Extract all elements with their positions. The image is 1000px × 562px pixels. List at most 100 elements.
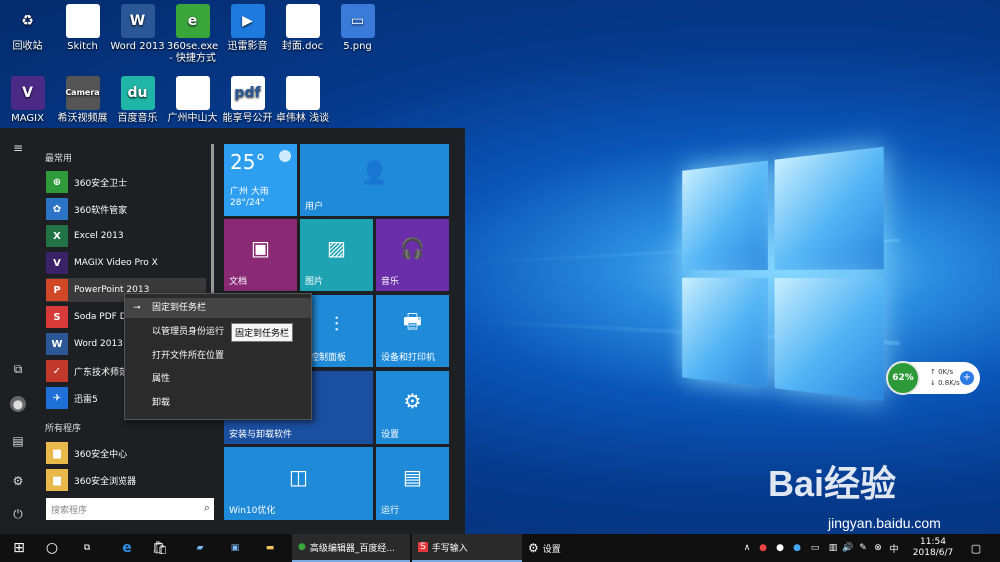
desktop-icon-label: 回收站 bbox=[0, 41, 55, 53]
network-icon[interactable]: ▥ bbox=[826, 534, 840, 562]
desktop-icon-label: MAGIX bbox=[0, 113, 55, 125]
desktop-icon[interactable]: ▶ 迅雷影音 bbox=[220, 4, 275, 53]
explorer-icon[interactable]: ▤ bbox=[10, 433, 26, 449]
desktop-icon[interactable]: ♻ 回收站 bbox=[0, 4, 55, 53]
app-list-item-label: Excel 2013 bbox=[74, 231, 124, 241]
tray-app-icon[interactable]: ● bbox=[790, 534, 804, 562]
document-icon bbox=[66, 4, 100, 38]
tray-overflow-icon[interactable]: ∧ bbox=[740, 534, 754, 562]
desktop-icon[interactable]: W Word 2013 bbox=[110, 4, 165, 53]
folder-icon: ▆ bbox=[46, 469, 68, 491]
hamburger-menu-icon[interactable]: ≡ bbox=[10, 140, 26, 156]
menu-pin-taskbar[interactable]: ⊸ 固定到任务栏 bbox=[125, 298, 311, 318]
desktop-icon[interactable]: e 360se.exe - 快捷方式 bbox=[165, 4, 220, 65]
desktop-icon[interactable]: du 百度音乐 bbox=[110, 76, 165, 125]
pen-icon[interactable]: ✎ bbox=[856, 534, 870, 562]
tile-music[interactable]: 🎧 音乐 bbox=[376, 219, 449, 291]
search-placeholder: 搜索程序 bbox=[51, 506, 87, 516]
doc-icon bbox=[286, 76, 320, 110]
tile-documents[interactable]: ▣ 文档 bbox=[224, 219, 297, 291]
desktop-icon-label: Word 2013 bbox=[110, 41, 165, 53]
tile-settings[interactable]: ⚙ 设置 bbox=[376, 371, 449, 444]
desktop-icon-label: 能享号公开 bbox=[220, 113, 275, 125]
taskbar: ⊞ ○ ⧉ e 🛍 ▰ ▣ ▬ ● 高级编辑器_百度经... S 手写输入 ⚙ … bbox=[0, 534, 1000, 562]
app-list-item[interactable]: ⊕ 360安全卫士 bbox=[46, 170, 206, 194]
battery-icon[interactable]: ▭ bbox=[807, 534, 823, 562]
terminal-icon: ▤ bbox=[376, 447, 449, 506]
folder-icon: ▆ bbox=[46, 442, 68, 464]
tile-user[interactable]: 👤 用户 bbox=[300, 144, 449, 216]
tile-devices[interactable]: 🖶 设备和打印机 bbox=[376, 295, 449, 367]
taskbar-app-browser-label: 高级编辑器_百度经... bbox=[310, 541, 395, 554]
tile-run[interactable]: ▤ 运行 bbox=[376, 447, 449, 520]
document-icon bbox=[176, 76, 210, 110]
menu-uninstall[interactable]: 卸载 bbox=[125, 393, 311, 413]
screen-icon[interactable]: ▣ bbox=[221, 534, 249, 562]
notifications-icon[interactable]: ▢ bbox=[966, 534, 986, 562]
desktop-icon[interactable]: ▭ 5.png bbox=[330, 4, 385, 53]
browser-icon: ● bbox=[298, 542, 306, 552]
pdf-icon: pdf bbox=[231, 76, 265, 110]
power-icon[interactable]: ⏻ bbox=[10, 506, 26, 522]
recycle-bin-icon: ♻ bbox=[11, 4, 45, 38]
tray-app-icon[interactable]: ● bbox=[773, 534, 787, 562]
ime-icon[interactable]: 中 bbox=[887, 534, 901, 562]
tile-win10[interactable]: ◫ Win10优化 bbox=[224, 447, 373, 520]
store-icon[interactable]: 🛍 bbox=[146, 534, 174, 562]
tile-control-panel-label: 控制面板 bbox=[310, 350, 346, 363]
app-list-item[interactable]: ▆ 360安全中心 bbox=[46, 441, 206, 465]
taskbar-app-handwriting[interactable]: S 手写输入 bbox=[412, 534, 522, 562]
pin-icon: ⊸ bbox=[133, 298, 141, 318]
user-avatar-icon[interactable]: ● bbox=[10, 396, 26, 412]
start-button[interactable]: ⊞ bbox=[5, 534, 33, 562]
edge-icon[interactable]: e bbox=[113, 534, 141, 562]
user-icon: 👤 bbox=[300, 144, 449, 202]
network-speed-widget[interactable]: 62% ↑ 0K/s ↓ 0.8K/s + bbox=[888, 362, 980, 394]
menu-properties-label: 属性 bbox=[152, 374, 170, 384]
plus-icon[interactable]: + bbox=[960, 371, 974, 385]
app-list-item-label: 360安全中心 bbox=[74, 447, 127, 460]
desktop-icon[interactable]: Skitch bbox=[55, 4, 110, 53]
desktop-icon[interactable]: V MAGIX bbox=[0, 76, 55, 125]
clock[interactable]: 11:54 2018/6/7 bbox=[908, 534, 958, 562]
task-view-icon[interactable]: ⧉ bbox=[73, 534, 101, 562]
weather-temp: 25° bbox=[230, 150, 265, 174]
tray-app-icon[interactable]: ● bbox=[756, 534, 770, 562]
doc-icon bbox=[286, 4, 320, 38]
app-list-item-label: Soda PDF D bbox=[74, 312, 127, 322]
tile-uninstall-label: 安装与卸载软件 bbox=[229, 427, 292, 440]
desktop-icon[interactable]: Camera 希沃视频展 bbox=[55, 76, 110, 125]
menu-open-location-label: 打开文件所在位置 bbox=[152, 351, 224, 361]
remote-icon[interactable]: ▰ bbox=[186, 534, 214, 562]
cortana-icon[interactable]: ○ bbox=[38, 534, 66, 562]
desktop-icon-label: 封面.doc bbox=[275, 41, 330, 53]
volume-icon[interactable]: 🔊 bbox=[841, 534, 855, 562]
tablet-icon[interactable]: ⧉ bbox=[10, 361, 26, 377]
taskbar-app-browser[interactable]: ● 高级编辑器_百度经... bbox=[292, 534, 410, 562]
app-list-item[interactable]: ✿ 360软件管家 bbox=[46, 197, 206, 221]
desktop-icon-label: 卓伟林 浅谈 bbox=[275, 113, 330, 125]
desktop-icon[interactable]: 卓伟林 浅谈 bbox=[275, 76, 330, 125]
headphones-icon: 🎧 bbox=[376, 219, 449, 277]
tile-weather[interactable]: 25° 广州 大雨 28°/24° bbox=[224, 144, 297, 216]
app-list-item[interactable]: X Excel 2013 bbox=[46, 224, 206, 248]
menu-open-location[interactable]: 打开文件所在位置 bbox=[125, 346, 311, 366]
app-list-item[interactable]: V MAGIX Video Pro X bbox=[46, 251, 206, 275]
desktop-icon-label: 广州中山大 bbox=[165, 113, 220, 125]
menu-properties[interactable]: 属性 bbox=[125, 369, 311, 389]
settings-gear-icon[interactable]: ⚙ bbox=[10, 473, 26, 489]
file-explorer-icon[interactable]: ▬ bbox=[256, 534, 284, 562]
taskbar-app-settings[interactable]: ⚙ 设置 bbox=[528, 534, 598, 562]
tile-documents-label: 文档 bbox=[229, 274, 247, 287]
app-list-item-label: 迅雷5 bbox=[74, 392, 98, 405]
app-list-item-label: MAGIX Video Pro X bbox=[74, 258, 158, 268]
search-programs-input[interactable]: 搜索程序 ⌕ bbox=[46, 498, 214, 520]
close-circle-icon[interactable]: ⊗ bbox=[871, 534, 885, 562]
desktop-icon[interactable]: 广州中山大 bbox=[165, 76, 220, 125]
desktop-icon[interactable]: pdf 能享号公开 bbox=[220, 76, 275, 125]
desktop-icon[interactable]: 封面.doc bbox=[275, 4, 330, 53]
app-list-item[interactable]: ▆ 360安全浏览器 bbox=[46, 468, 206, 492]
desktop-icon-label: Skitch bbox=[55, 41, 110, 53]
tile-pictures[interactable]: ▨ 图片 bbox=[300, 219, 373, 291]
menu-pin-taskbar-label: 固定到任务栏 bbox=[152, 303, 206, 313]
